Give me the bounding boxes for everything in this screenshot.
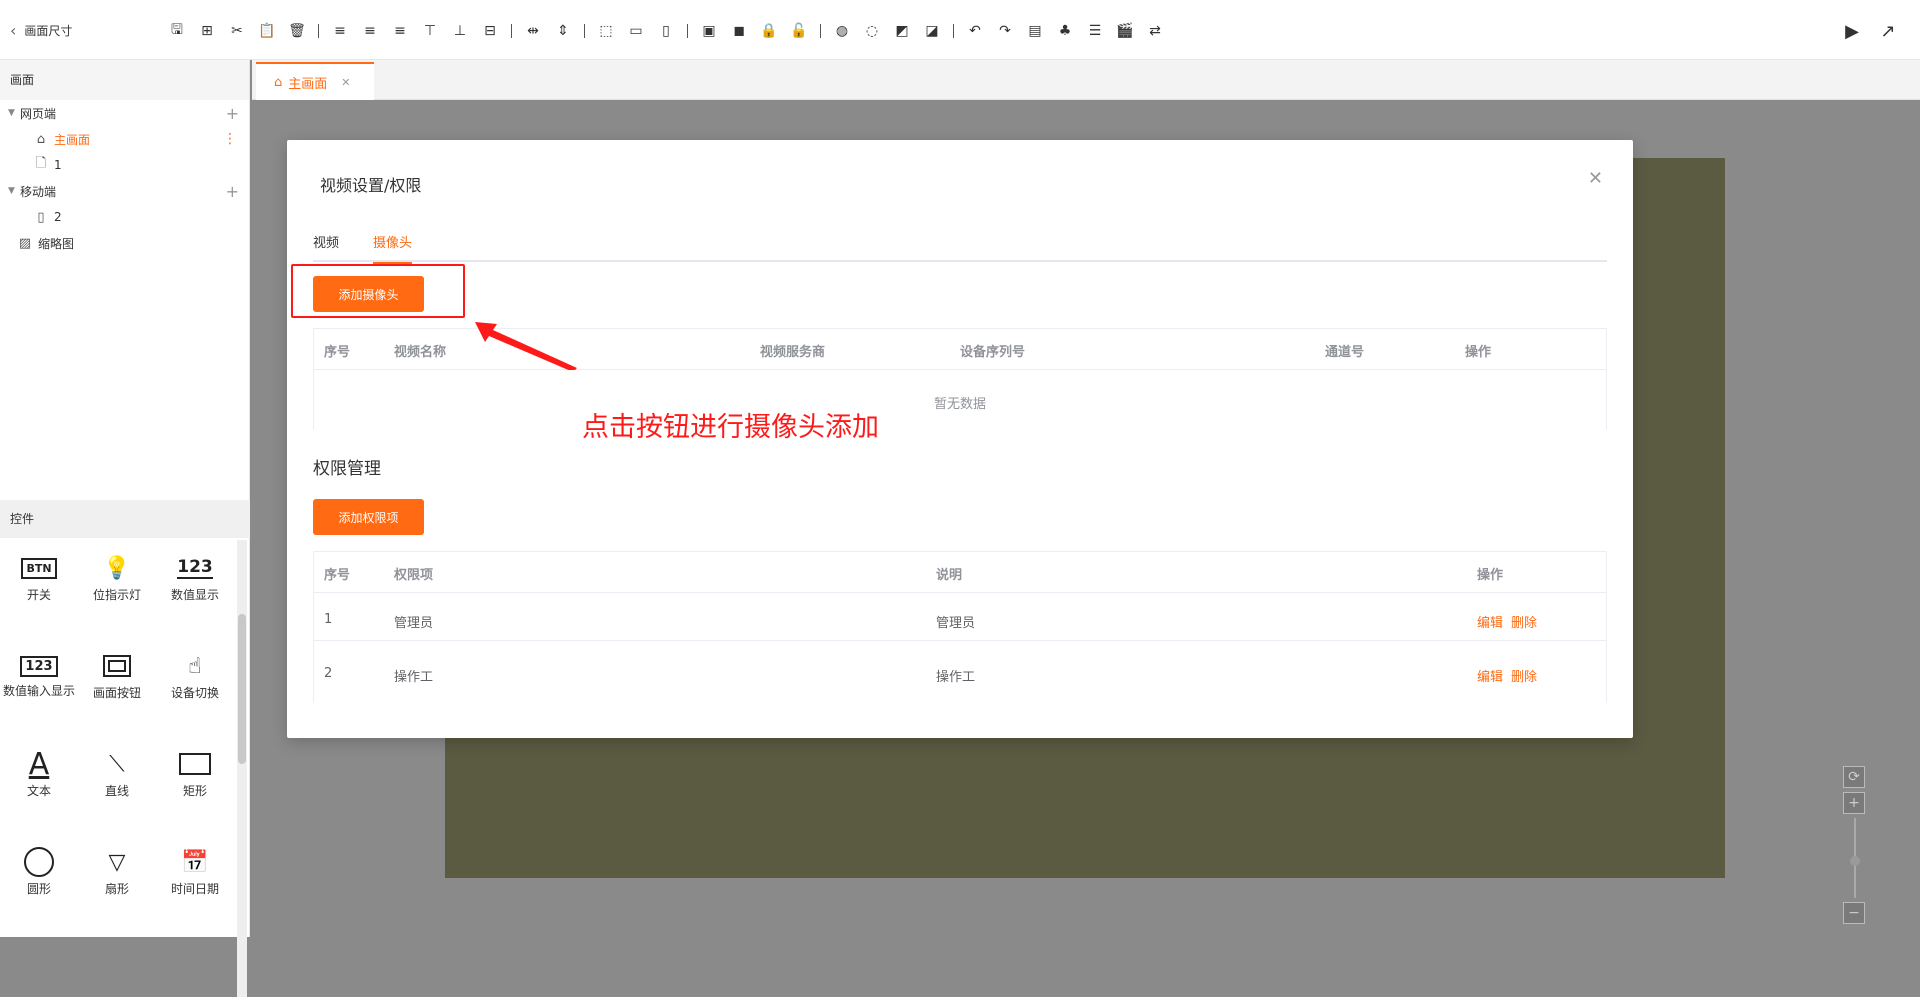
perm-col-desc: 说明: [936, 568, 963, 583]
add-permission-button[interactable]: 添加权限项: [313, 499, 424, 535]
perm-col-item: 权限项: [394, 568, 434, 583]
row-desc: 操作工: [936, 670, 976, 685]
camera-col-channel: 通道号: [1325, 345, 1365, 360]
video-settings-modal: 视频设置/权限 ✕ 视频 摄像头 添加摄像头 序号 视频名称 视频服务商 设备序…: [287, 140, 1633, 738]
row-index: 1: [324, 612, 333, 627]
permission-section-title: 权限管理: [313, 459, 381, 479]
delete-link[interactable]: 删除: [1511, 616, 1537, 631]
close-icon[interactable]: ✕: [1588, 168, 1603, 189]
row-desc: 管理员: [936, 616, 976, 631]
table-divider: [314, 640, 1606, 641]
row-actions: 编辑 删除: [1477, 666, 1545, 685]
annotation-arrow-icon: [475, 322, 577, 370]
modal-title: 视频设置/权限: [320, 176, 422, 195]
annotation-text: 点击按钮进行摄像头添加: [582, 412, 879, 443]
perm-col-index: 序号: [324, 568, 351, 583]
camera-col-name: 视频名称: [394, 345, 447, 360]
permission-table: 序号 权限项 说明 操作 1 管理员 管理员 编辑 删除 2 操作工 操作工 编辑…: [313, 551, 1607, 703]
add-camera-button[interactable]: 添加摄像头: [313, 276, 424, 312]
tab-camera[interactable]: 摄像头: [373, 232, 413, 264]
tab-video[interactable]: 视频: [313, 232, 339, 262]
table-divider: [314, 592, 1606, 593]
delete-link[interactable]: 删除: [1511, 670, 1537, 685]
row-item: 操作工: [394, 670, 434, 685]
camera-col-serial: 设备序列号: [960, 345, 1026, 360]
camera-col-actions: 操作: [1465, 345, 1492, 360]
row-index: 2: [324, 666, 333, 681]
modal-tabs: 视频 摄像头: [313, 232, 1607, 264]
edit-link[interactable]: 编辑: [1477, 670, 1503, 685]
row-item: 管理员: [394, 616, 434, 631]
camera-col-provider: 视频服务商: [760, 345, 826, 360]
perm-col-actions: 操作: [1477, 568, 1504, 583]
camera-col-index: 序号: [324, 345, 351, 360]
edit-link[interactable]: 编辑: [1477, 616, 1503, 631]
row-actions: 编辑 删除: [1477, 612, 1545, 631]
empty-text: 暂无数据: [933, 397, 986, 412]
